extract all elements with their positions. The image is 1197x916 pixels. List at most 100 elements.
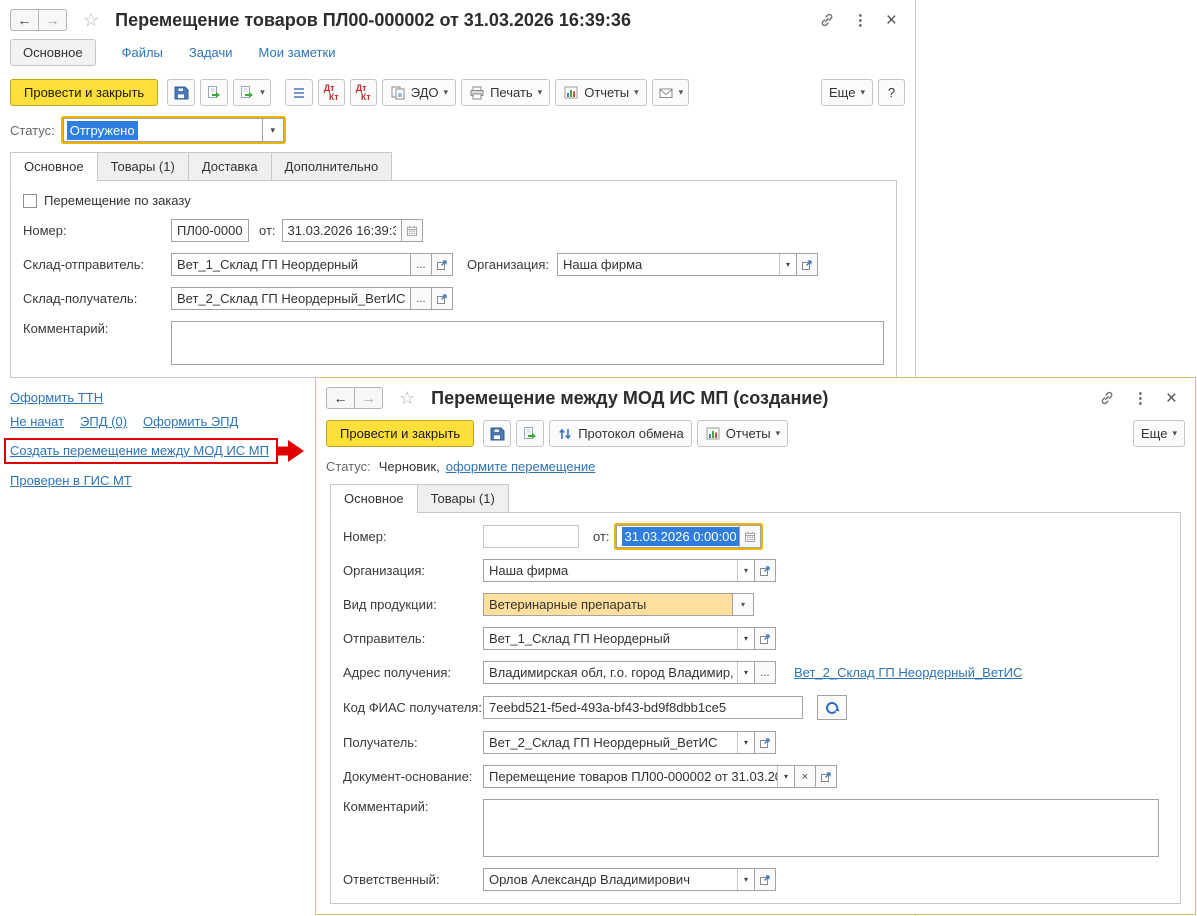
more-actions-button[interactable]: Еще ▾: [1133, 420, 1185, 447]
save-button[interactable]: [167, 79, 196, 106]
sender-open-button[interactable]: [754, 627, 776, 650]
organization-field[interactable]: Наша фирма ▾: [483, 559, 755, 582]
base-document-clear-button[interactable]: ×: [794, 765, 816, 788]
favorites-star-icon[interactable]: ☆: [399, 389, 415, 407]
nav-item-notes[interactable]: Мои заметки: [259, 45, 336, 60]
exchange-protocol-button[interactable]: Протокол обмена: [549, 420, 692, 447]
close-icon[interactable]: ×: [886, 11, 897, 30]
forward-button[interactable]: →: [354, 387, 383, 409]
post-document-icon: [239, 85, 255, 101]
caret-down-icon[interactable]: ▾: [779, 254, 796, 275]
favorites-star-icon[interactable]: ☆: [83, 11, 99, 29]
product-kind-field[interactable]: Ветеринарные препараты: [483, 593, 733, 616]
organization-field[interactable]: Наша фирма ▾: [557, 253, 798, 276]
window-menu-icon[interactable]: ⋮: [1133, 389, 1148, 407]
status-combobox[interactable]: Отгружено ▾: [62, 118, 284, 142]
tab-additional[interactable]: Дополнительно: [270, 152, 393, 181]
link-create-mod-transfer[interactable]: Создать перемещение между МОД ИС МП: [10, 443, 269, 458]
date-field-focused[interactable]: 31.03.2026 0:00:00: [615, 525, 761, 548]
caret-down-icon[interactable]: ▾: [737, 662, 754, 683]
caret-down-icon[interactable]: ▾: [737, 628, 754, 649]
link-make-epd[interactable]: Оформить ЭПД: [143, 414, 238, 429]
sender-field[interactable]: Вет_1_Склад ГП Неордерный ▾: [483, 627, 755, 650]
back-button[interactable]: ←: [326, 387, 355, 409]
fias-code-input[interactable]: [483, 696, 803, 719]
link-make-ttn[interactable]: Оформить ТТН: [10, 390, 103, 405]
date-input[interactable]: 31.03.2026 0:00:00: [615, 525, 740, 548]
register-records-button[interactable]: [284, 79, 313, 106]
reports-dropdown-button[interactable]: Отчеты ▾: [696, 420, 789, 447]
number-input[interactable]: [483, 525, 579, 548]
tab-goods[interactable]: Товары (1): [96, 152, 189, 181]
post-and-close-button[interactable]: Провести и закрыть: [326, 420, 475, 447]
address-select-button[interactable]: ...: [754, 661, 776, 684]
receiver-open-button[interactable]: [431, 287, 453, 310]
save-button[interactable]: [483, 420, 512, 447]
tab-main[interactable]: Основное: [330, 484, 418, 513]
dt-kt-postings-button[interactable]: Дт Кт: [317, 79, 345, 106]
fill-fias-button[interactable]: [817, 695, 847, 720]
organization-open-button[interactable]: [796, 253, 819, 276]
status-value-field[interactable]: Отгружено: [62, 118, 263, 142]
receiver-select-button[interactable]: ...: [410, 287, 432, 310]
forward-button[interactable]: →: [38, 9, 67, 31]
nav-item-tasks[interactable]: Задачи: [189, 45, 233, 60]
modal-toolbar: Провести и закрыть Протокол обмена Отчет…: [316, 414, 1195, 456]
link-receiver-warehouse[interactable]: Вет_2_Склад ГП Неордерный_ВетИС: [794, 665, 1022, 680]
window-menu-icon[interactable]: ⋮: [853, 11, 868, 29]
post-button[interactable]: [200, 79, 229, 106]
reports-dropdown-button[interactable]: Отчеты ▾: [555, 79, 647, 106]
close-icon[interactable]: ×: [1166, 389, 1177, 408]
caret-down-icon[interactable]: ▾: [737, 869, 754, 890]
comment-row: Комментарий:: [343, 799, 1168, 857]
tab-main[interactable]: Основное: [10, 152, 98, 181]
link-make-transfer[interactable]: оформите перемещение: [446, 459, 596, 474]
sender-select-button[interactable]: ...: [410, 253, 432, 276]
nav-item-main[interactable]: Основное: [10, 39, 96, 66]
get-link-icon[interactable]: [819, 12, 835, 28]
more-actions-button[interactable]: Еще ▾: [821, 79, 873, 106]
by-order-checkbox[interactable]: [23, 193, 37, 208]
receiver-field[interactable]: Вет_2_Склад ГП Неордерный_ВетИС ▾: [483, 731, 755, 754]
link-not-started[interactable]: Не начат: [10, 414, 64, 429]
status-dropdown-icon[interactable]: ▾: [262, 118, 284, 142]
print-dropdown-button[interactable]: Печать ▾: [461, 79, 551, 106]
base-document-field[interactable]: Перемещение товаров ПЛ00-000002 от 31.03…: [483, 765, 795, 788]
organization-open-button[interactable]: [754, 559, 776, 582]
product-kind-dropdown-button[interactable]: ▾: [732, 593, 754, 616]
responsible-field[interactable]: Орлов Александр Владимирович ▾: [483, 868, 755, 891]
sender-open-button[interactable]: [431, 253, 453, 276]
tab-delivery[interactable]: Доставка: [187, 152, 272, 181]
date-label: от:: [593, 529, 610, 544]
comment-textarea[interactable]: [171, 321, 884, 365]
post-button[interactable]: [516, 420, 545, 447]
caret-down-icon[interactable]: ▾: [737, 732, 754, 753]
send-dropdown-button[interactable]: ▾: [651, 79, 690, 106]
calendar-button[interactable]: [400, 219, 423, 242]
caret-down-icon[interactable]: ▾: [777, 766, 794, 787]
calendar-button[interactable]: [738, 525, 761, 548]
receiver-warehouse-field[interactable]: Вет_2_Склад ГП Неордерный_ВетИС: [171, 287, 411, 310]
sender-warehouse-field[interactable]: Вет_1_Склад ГП Неордерный: [171, 253, 411, 276]
date-input[interactable]: [281, 219, 402, 242]
comment-textarea[interactable]: [483, 799, 1159, 857]
nav-item-files[interactable]: Файлы: [122, 45, 163, 60]
receiver-open-button[interactable]: [754, 731, 776, 754]
history-nav-group: ← →: [10, 9, 67, 31]
number-input[interactable]: [171, 219, 249, 242]
help-button[interactable]: ?: [878, 79, 905, 106]
link-gis-mt[interactable]: Проверен в ГИС МТ: [10, 473, 132, 488]
tab-goods[interactable]: Товары (1): [416, 484, 509, 513]
back-button[interactable]: ←: [10, 9, 39, 31]
address-field[interactable]: Владимирская обл, г.о. город Владимир, д…: [483, 661, 755, 684]
dt-kt-secondary-button[interactable]: Дт Кт: [349, 79, 377, 106]
caret-down-icon[interactable]: ▾: [737, 560, 754, 581]
post-and-close-button[interactable]: Провести и закрыть: [10, 79, 159, 106]
responsible-open-button[interactable]: [754, 868, 776, 891]
edo-dropdown-button[interactable]: ЭДО ▾: [381, 79, 457, 106]
get-link-icon[interactable]: [1099, 390, 1115, 406]
base-document-open-button[interactable]: [815, 765, 837, 788]
create-based-on-dropdown-button[interactable]: ▾: [233, 79, 271, 106]
link-epd-count[interactable]: ЭПД (0): [80, 414, 127, 429]
main-toolbar: Провести и закрыть ▾ Дт Кт Дт Кт ЭДО ▾ Печа…: [0, 73, 915, 115]
